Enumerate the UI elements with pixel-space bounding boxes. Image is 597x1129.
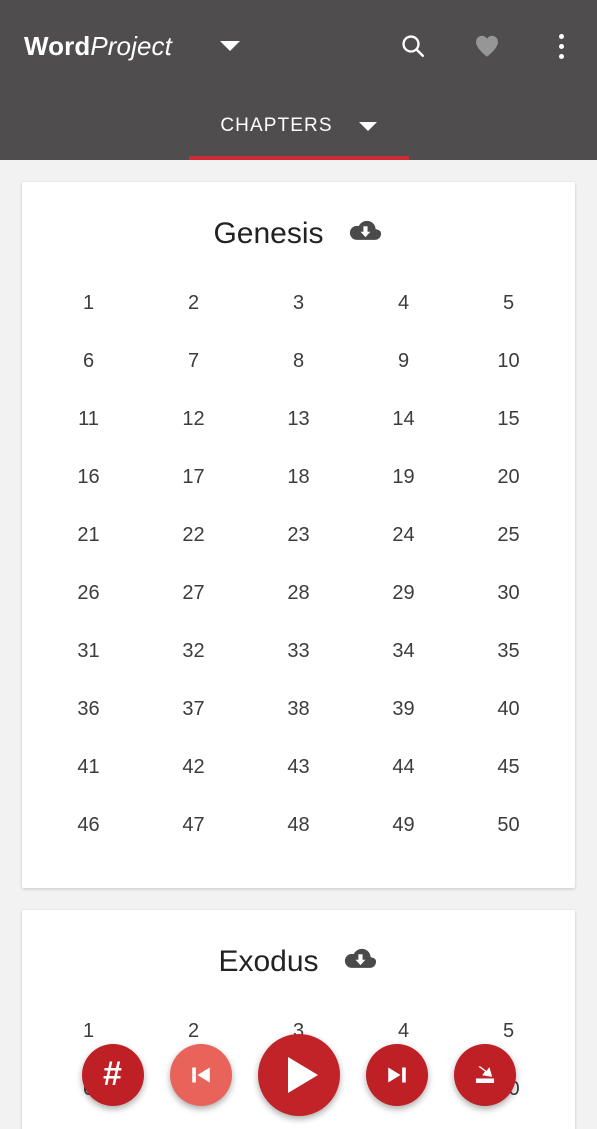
chapter-number-cell[interactable]: 14: [351, 1118, 456, 1129]
chapter-number-cell[interactable]: 21: [36, 506, 141, 564]
cloud-download-button[interactable]: [346, 217, 384, 252]
play-icon: [287, 1057, 318, 1093]
search-icon: [402, 35, 425, 58]
chapter-number-cell[interactable]: 26: [36, 564, 141, 622]
chapter-number-cell[interactable]: 10: [456, 332, 561, 390]
chapter-number-cell[interactable]: 16: [36, 448, 141, 506]
chapter-number-cell[interactable]: 14: [351, 390, 456, 448]
chapter-number-cell[interactable]: 44: [351, 738, 456, 796]
chapter-number-cell[interactable]: 6: [36, 332, 141, 390]
chapter-number-cell[interactable]: 37: [141, 680, 246, 738]
chapter-number-cell[interactable]: 31: [36, 622, 141, 680]
previous-button[interactable]: [169, 1044, 232, 1106]
chapter-number-cell[interactable]: 33: [246, 622, 351, 680]
chapter-number-cell[interactable]: 9: [351, 332, 456, 390]
chapter-number-cell[interactable]: 20: [456, 448, 561, 506]
chapter-number-cell[interactable]: 22: [141, 506, 246, 564]
cloud-download-button[interactable]: [341, 945, 379, 980]
book-title: Genesis: [213, 217, 324, 250]
chapter-number-cell[interactable]: 45: [456, 738, 561, 796]
chapter-number-cell[interactable]: 7: [141, 332, 246, 390]
chapter-number-cell[interactable]: 24: [351, 506, 456, 564]
chapter-number-cell[interactable]: 30: [456, 564, 561, 622]
chapter-number-cell[interactable]: 29: [351, 564, 456, 622]
chapter-number-cell[interactable]: 36: [36, 680, 141, 738]
app-root: WordProject CHAPTERS Genesis 1 2 3 4 5 6…: [0, 0, 597, 1129]
chapter-number-cell[interactable]: 12: [141, 1118, 246, 1129]
chevron-down-icon[interactable]: [358, 121, 377, 131]
book-list-scroll-area[interactable]: Genesis 1 2 3 4 5 6 7 8 9 10 11 12 13 14 15 16 17 18 19 20 2…: [0, 160, 597, 1129]
favorites-button[interactable]: [465, 24, 509, 68]
skip-next-icon: [387, 1067, 406, 1083]
chapter-number-cell[interactable]: 48: [246, 796, 351, 854]
chapter-number-cell[interactable]: 13: [246, 1118, 351, 1129]
app-bar-actions: [391, 0, 583, 92]
chapter-number-cell[interactable]: 23: [246, 506, 351, 564]
chapter-number-cell[interactable]: 11: [36, 390, 141, 448]
chapter-number-cell[interactable]: 43: [246, 738, 351, 796]
book-title: Exodus: [218, 945, 319, 978]
book-header: Genesis: [22, 206, 575, 262]
chapter-number-cell[interactable]: 35: [456, 622, 561, 680]
chapter-number-cell[interactable]: 15: [456, 390, 561, 448]
chapter-number-cell[interactable]: 4: [351, 274, 456, 332]
book-header: Exodus: [22, 934, 575, 990]
overflow-menu-button[interactable]: [539, 24, 583, 68]
chapter-number-cell[interactable]: 46: [36, 796, 141, 854]
chapter-number-cell[interactable]: 39: [351, 680, 456, 738]
chapter-number-cell[interactable]: 28: [246, 564, 351, 622]
chapter-number-cell[interactable]: 3: [246, 274, 351, 332]
app-bar-top-row: WordProject: [0, 0, 597, 92]
skip-previous-icon: [191, 1067, 210, 1083]
download-tray-icon: [475, 1066, 494, 1083]
next-button[interactable]: [365, 1044, 428, 1106]
chapter-number-cell[interactable]: 49: [351, 796, 456, 854]
cloud-download-icon: [344, 948, 376, 968]
app-title-bold: Word: [24, 31, 91, 61]
tab-chapters-label: CHAPTERS: [220, 115, 333, 136]
hash-icon: #: [103, 1055, 122, 1093]
chapter-number-cell[interactable]: 12: [141, 390, 246, 448]
save-to-device-button[interactable]: [453, 1044, 516, 1106]
chapter-number-cell[interactable]: 18: [246, 448, 351, 506]
chapter-number-cell[interactable]: 42: [141, 738, 246, 796]
chapter-grid-genesis: 1 2 3 4 5 6 7 8 9 10 11 12 13 14 15 16 17 18 19 20 21 22 23 24 2…: [22, 274, 575, 854]
chapter-number-cell[interactable]: 1: [36, 274, 141, 332]
play-button[interactable]: [257, 1034, 340, 1116]
cloud-download-icon: [349, 220, 381, 240]
chapter-number-cell[interactable]: 34: [351, 622, 456, 680]
chapter-number-cell[interactable]: 11: [36, 1118, 141, 1129]
tab-chapters[interactable]: CHAPTERS: [188, 92, 409, 160]
chapter-number-cell[interactable]: 25: [456, 506, 561, 564]
search-button[interactable]: [391, 24, 435, 68]
chapter-number-cell[interactable]: 5: [456, 274, 561, 332]
chapter-number-cell[interactable]: 2: [141, 274, 246, 332]
app-title: WordProject: [24, 33, 172, 59]
chapter-number-cell[interactable]: 50: [456, 796, 561, 854]
book-card-genesis: Genesis 1 2 3 4 5 6 7 8 9 10 11 12 13 14 15 16 17 18 19 20 2…: [22, 182, 575, 888]
chapter-number-cell[interactable]: 13: [246, 390, 351, 448]
tab-bar: CHAPTERS: [0, 92, 597, 160]
chapter-number-cell[interactable]: 38: [246, 680, 351, 738]
chapter-number-cell[interactable]: 32: [141, 622, 246, 680]
chapter-number-button[interactable]: #: [81, 1044, 144, 1106]
tab-active-indicator: [188, 156, 409, 160]
chapter-number-cell[interactable]: 17: [141, 448, 246, 506]
favorite-heart-icon: [476, 35, 498, 57]
chapter-number-cell[interactable]: 27: [141, 564, 246, 622]
app-title-italic: Project: [90, 31, 172, 61]
chapter-number-cell[interactable]: 15: [456, 1118, 561, 1129]
chapter-number-cell[interactable]: 19: [351, 448, 456, 506]
chapter-number-cell[interactable]: 41: [36, 738, 141, 796]
chapter-number-cell[interactable]: 40: [456, 680, 561, 738]
chevron-down-icon[interactable]: [219, 41, 240, 51]
overflow-menu-icon: [558, 33, 564, 59]
chapter-number-cell[interactable]: 8: [246, 332, 351, 390]
app-bar: WordProject CHAPTERS: [0, 0, 597, 160]
chapter-number-cell[interactable]: 47: [141, 796, 246, 854]
